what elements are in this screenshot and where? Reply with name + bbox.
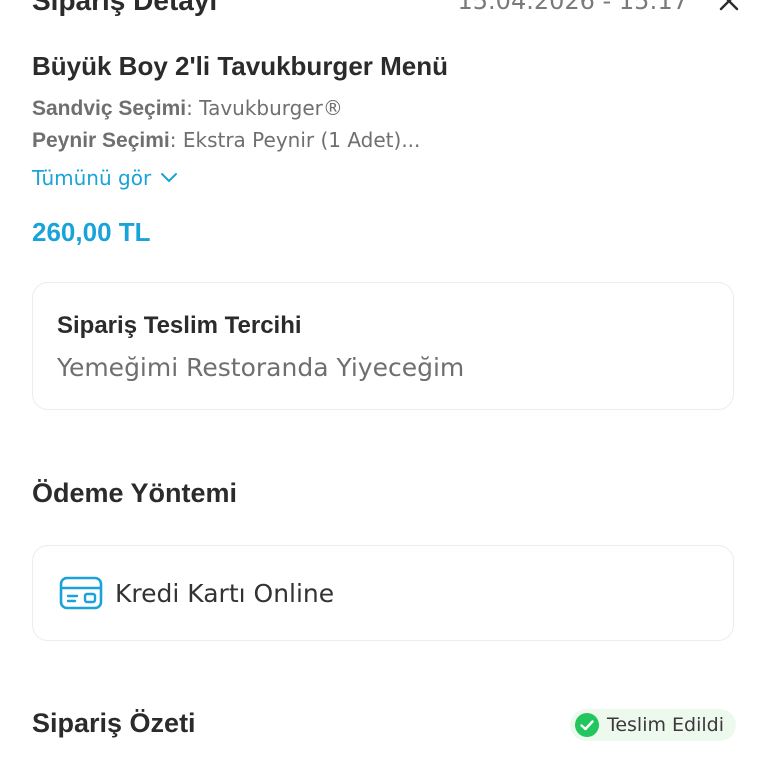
payment-method-title: Ödeme Yöntemi <box>32 478 238 508</box>
delivery-preference-title: Sipariş Teslim Tercihi <box>57 312 302 339</box>
status-text: Teslim Edildi <box>606 714 724 736</box>
status-badge: Teslim Edildi <box>569 709 736 741</box>
option-line: Peynir Seçimi: Ekstra Peynir (1 Adet)... <box>32 128 420 153</box>
option-label: Peynir Seçimi <box>32 129 170 152</box>
product-name: Büyük Boy 2'li Tavukburger Menü <box>32 51 448 81</box>
header: Sipariş Detayı 15.04.2026 - 15:17 <box>32 0 744 16</box>
close-button[interactable] <box>714 0 744 16</box>
option-value: : Ekstra Peynir (1 Adet)... <box>169 128 421 152</box>
order-detail-page: Sipariş Detayı 15.04.2026 - 15:17 Büyük … <box>0 0 768 768</box>
order-summary-title: Sipariş Özeti <box>32 708 196 738</box>
check-circle-icon <box>574 713 599 737</box>
header-right: 15.04.2026 - 15:17 <box>458 0 745 16</box>
option-line: Sandviç Seçimi: Tavukburger® <box>32 96 343 121</box>
credit-card-icon <box>59 576 103 610</box>
delivery-preference-value: Yemeğimi Restoranda Yiyeceğim <box>57 353 465 382</box>
see-all-label: Tümünü gör <box>32 166 152 190</box>
see-all-link[interactable]: Tümünü gör <box>32 166 179 190</box>
product-price: 260,00 TL <box>32 217 151 247</box>
close-icon <box>719 0 739 11</box>
option-label: Sandviç Seçimi <box>32 97 187 120</box>
chevron-down-icon <box>161 173 178 182</box>
delivery-preference-card: Sipariş Teslim Tercihi Yemeğimi Restoran… <box>32 282 734 410</box>
payment-method-card: Kredi Kartı Online <box>32 545 734 641</box>
option-value: : Tavukburger® <box>186 96 343 120</box>
payment-method-text: Kredi Kartı Online <box>115 578 335 608</box>
page-title: Sipariş Detayı <box>32 0 218 16</box>
order-date: 15.04.2026 - 15:17 <box>457 0 689 15</box>
